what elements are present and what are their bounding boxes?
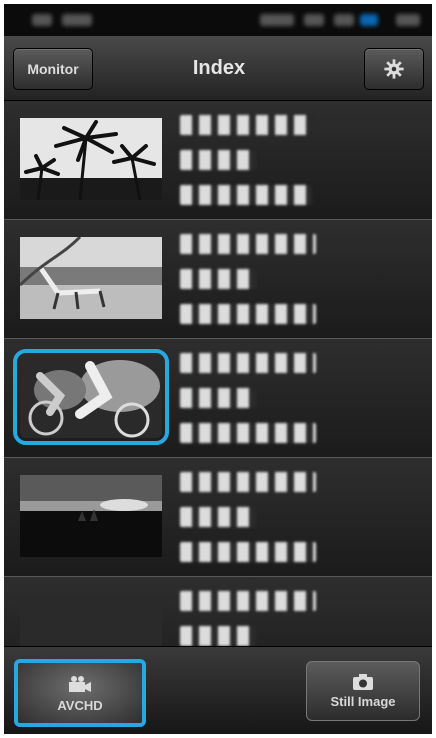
avchd-button[interactable]: AVCHD bbox=[14, 659, 146, 727]
thumbnail-sunset-silhouette bbox=[20, 475, 162, 557]
item-details-blurred bbox=[180, 115, 312, 220]
thumbnail-cyclists bbox=[13, 349, 169, 445]
item-details-blurred bbox=[180, 234, 316, 339]
still-image-label: Still Image bbox=[330, 693, 396, 709]
list-item-selected[interactable] bbox=[4, 339, 432, 458]
list-item[interactable] bbox=[4, 220, 432, 339]
list-item[interactable] bbox=[4, 101, 432, 220]
monitor-button-label: Monitor bbox=[27, 61, 79, 77]
status-bar bbox=[4, 4, 432, 36]
list-item[interactable] bbox=[4, 577, 432, 646]
monitor-button[interactable]: Monitor bbox=[13, 48, 93, 90]
movie-camera-icon bbox=[69, 675, 91, 692]
thumbnail-dark bbox=[20, 594, 162, 646]
bottom-bar: AVCHD Still Image bbox=[4, 646, 432, 734]
item-details-blurred bbox=[180, 472, 316, 577]
still-image-button[interactable]: Still Image bbox=[306, 661, 420, 721]
settings-button[interactable] bbox=[364, 48, 424, 90]
thumbnail-beach-chair bbox=[20, 237, 162, 319]
header-bar: Monitor Index bbox=[4, 36, 432, 101]
index-list bbox=[4, 101, 432, 646]
item-details-blurred bbox=[180, 353, 316, 458]
gear-icon bbox=[384, 59, 404, 79]
avchd-label: AVCHD bbox=[57, 697, 103, 713]
item-details-blurred bbox=[180, 591, 316, 646]
thumbnail-palm-trees bbox=[20, 118, 162, 200]
page-title: Index bbox=[192, 56, 246, 79]
list-item[interactable] bbox=[4, 458, 432, 577]
phone-screen: Monitor Index AVCHD Still Image bbox=[4, 4, 432, 734]
camera-icon bbox=[353, 673, 373, 690]
